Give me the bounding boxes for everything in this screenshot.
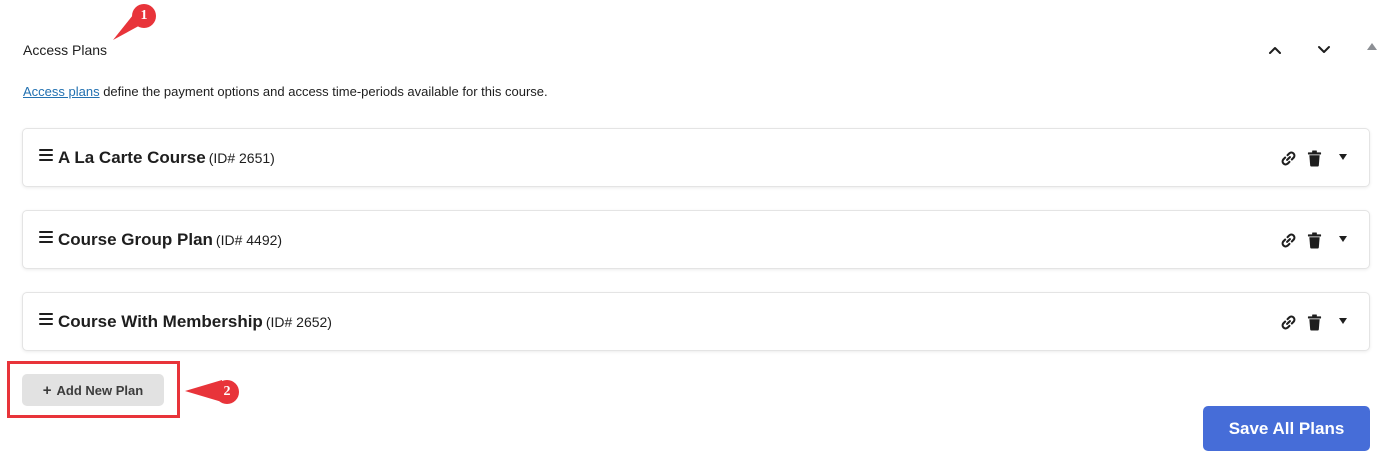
annotation-pointers <box>113 10 222 402</box>
callout-badge-2: 2 <box>215 380 239 404</box>
callout-badge-1: 1 <box>132 4 156 28</box>
